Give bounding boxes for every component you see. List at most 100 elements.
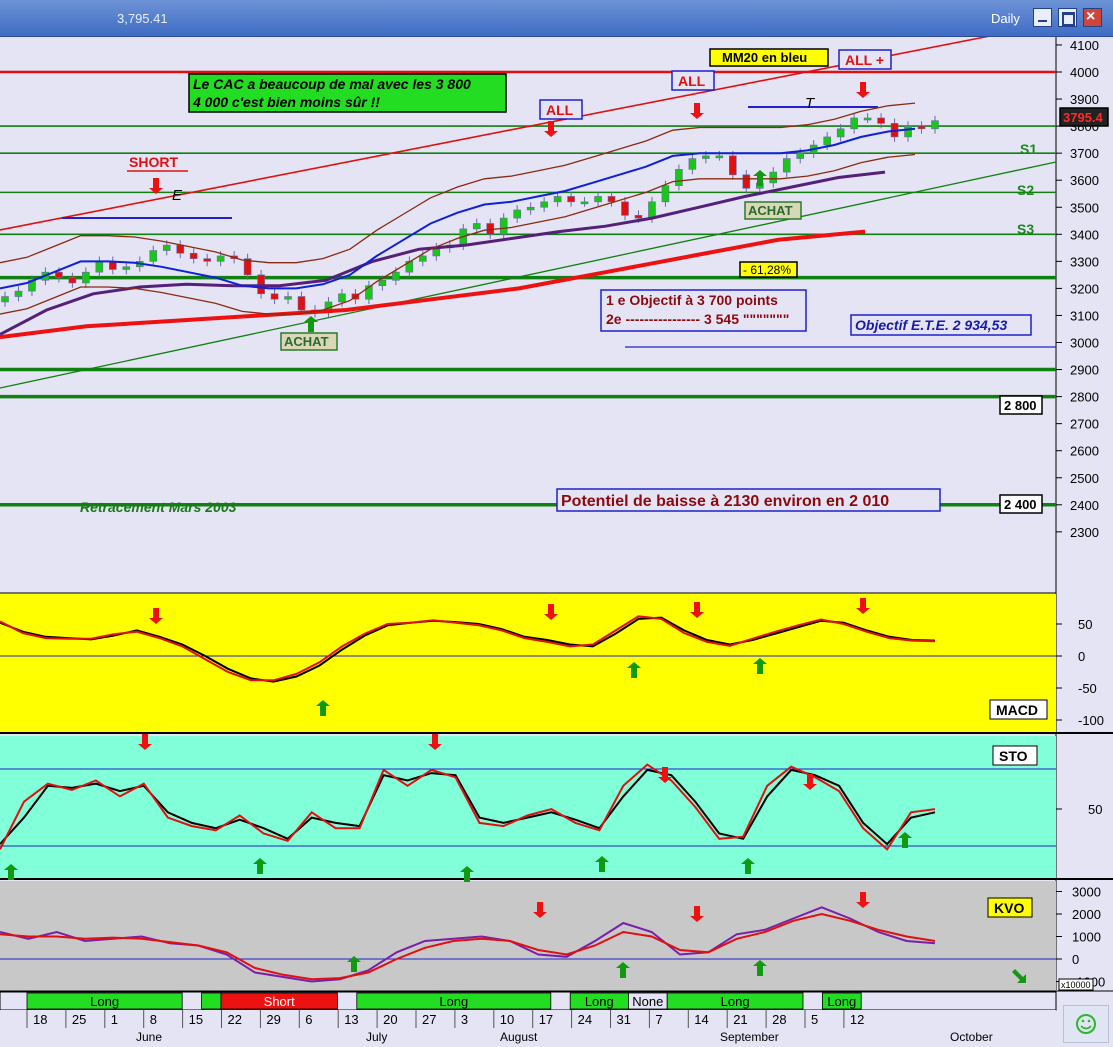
macd-label: MACD [996,702,1038,718]
objectif-line2: 2e ---------------- 3 545 """"""" [606,311,789,327]
s2-label: S2 [1017,182,1034,198]
x-tick-label: 5 [811,1012,818,1027]
candle-body [189,252,198,259]
maximize-button[interactable] [1058,8,1077,27]
candle-body [931,120,939,130]
signal-label: Long [439,994,468,1009]
candle-body [270,293,279,300]
candle-body [607,196,616,203]
minimize-button[interactable] [1033,8,1052,27]
x-tick-label: 1 [111,1012,118,1027]
cac-note-line1: Le CAC a beaucoup de mal avec les 3 800 [193,76,471,92]
y-tick-label: 3300 [1070,254,1099,269]
candle-body [702,155,710,159]
label-2400: 2 400 [1004,497,1037,512]
objectif-line1: 1 e Objectif à 3 700 points [606,292,778,308]
kvo-label: KVO [994,900,1024,916]
x-tick-label: 20 [383,1012,397,1027]
window-price: 3,795.41 [117,11,168,26]
y-tick-label: 2300 [1070,525,1099,540]
x-tick-label: 8 [150,1012,157,1027]
y-tick-label: 2400 [1070,498,1099,513]
smiley-icon [1076,1014,1096,1034]
y-tick-label: 3600 [1070,173,1099,188]
signal-label: Long [721,994,750,1009]
kvo-tick-label: 1000 [1072,930,1101,945]
candle-body [419,255,427,262]
close-icon: × [1086,8,1096,25]
x-tick-label: 13 [344,1012,358,1027]
x-tick-label: 6 [305,1012,312,1027]
candle-body [661,185,670,203]
smiley-button[interactable] [1063,1005,1109,1043]
s3-label: S3 [1017,221,1034,237]
candle-body [836,128,845,138]
x-tick-label: 22 [228,1012,242,1027]
candle-body [553,196,562,203]
candle-body [297,296,306,311]
candle-body [378,279,387,286]
kvo-panel [0,881,1056,991]
ete-label: Objectif E.T.E. 2 934,53 [855,317,1007,333]
candle-body [796,152,805,159]
candle-body [526,206,535,211]
x-tick-label: 17 [539,1012,553,1027]
candle-body [675,169,683,186]
fib-label: - 61,28% [743,263,791,277]
kvo-scale-label: x10000 [1061,980,1091,990]
candle-body [917,125,926,130]
signal-label: Long [90,994,119,1009]
y-tick-label: 3500 [1070,200,1099,215]
candle-body [594,196,602,203]
x-tick-label: 12 [850,1012,864,1027]
kvo-tick-label: 2000 [1072,907,1101,922]
sto-panel [0,736,1056,878]
candle-body [688,158,697,170]
maximize-icon [1062,12,1075,26]
y-tick-label: 4000 [1070,65,1099,80]
x-tick-label: 18 [33,1012,47,1027]
candle-body [14,290,23,297]
all-label-2: ALL [678,73,706,89]
candle-body [850,117,858,130]
all-label-1: ALL [546,102,574,118]
x-tick-label: 3 [461,1012,468,1027]
candle-body [567,196,575,203]
all-plus-label: ALL + [845,52,884,68]
candle-body [729,155,737,176]
sto-tick-label: 50 [1088,802,1102,817]
potentiel-label: Potentiel de baisse à 2130 environ en 2 … [561,493,889,510]
candle-body [1,296,9,303]
current-price-label: 3795.4 [1063,110,1104,125]
candle-body [823,136,831,146]
x-tick-label: 27 [422,1012,436,1027]
y-tick-label: 4100 [1070,38,1099,53]
month-label: September [720,1030,779,1044]
x-tick-label: 28 [772,1012,786,1027]
signal-label: Long [827,994,856,1009]
candle-body [769,171,778,184]
y-tick-label: 2800 [1070,390,1099,405]
candle-body [621,201,629,216]
achat-label-2: ACHAT [748,203,793,218]
y-tick-label: 2900 [1070,363,1099,378]
cac-note-line2: 4 000 c'est bien moins sûr !! [192,94,380,110]
candle-body [715,155,724,159]
x-tick-label: 15 [189,1012,203,1027]
candle-body [95,261,104,273]
close-button[interactable]: × [1083,8,1102,27]
achat-label-1: ACHAT [284,334,329,349]
signal-segment-long [201,992,222,1010]
candle-body [203,258,211,262]
candle-body [877,117,885,124]
candle-body [68,277,77,284]
candle-body [392,271,400,281]
x-tick-label: 14 [694,1012,708,1027]
x-tick-label: 10 [500,1012,514,1027]
month-label: July [366,1030,387,1044]
s1-label: S1 [1020,141,1037,157]
x-tick-label: 29 [266,1012,280,1027]
month-label: October [950,1030,993,1044]
x-tick-label: 7 [655,1012,662,1027]
kvo-tick-label: 3000 [1072,885,1101,900]
